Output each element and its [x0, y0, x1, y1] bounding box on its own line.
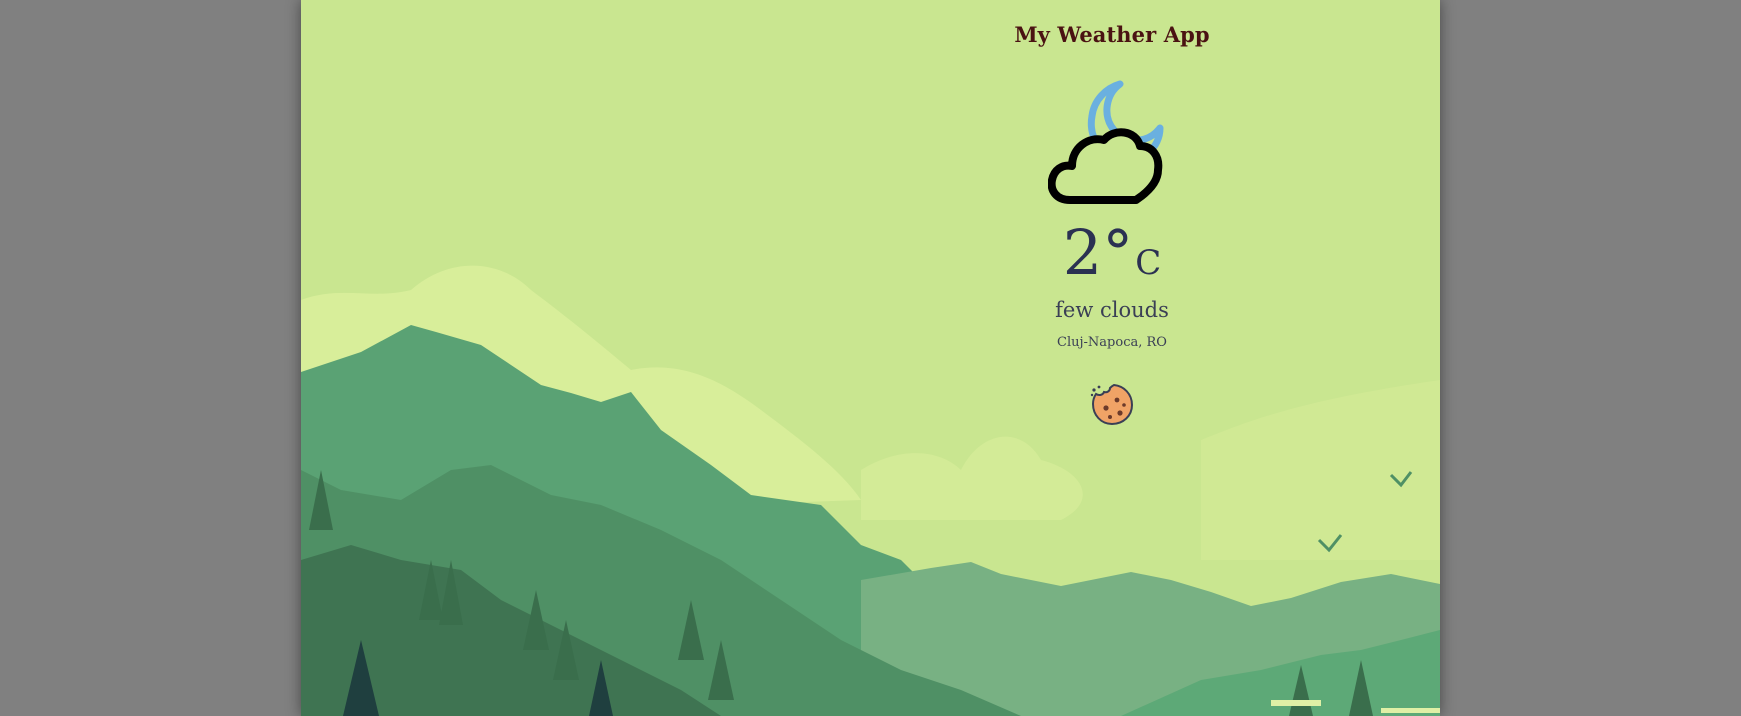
weather-condition: few clouds	[1055, 298, 1169, 322]
cookie-icon[interactable]	[1088, 380, 1136, 428]
temperature-value: 2°	[1062, 216, 1134, 289]
location-label: Cluj-Napoca, RO	[1057, 335, 1167, 350]
cloud-moon-icon	[1047, 78, 1186, 208]
temperature-unit: C	[1135, 243, 1162, 283]
app-title: My Weather App	[1014, 22, 1210, 47]
page-background: My Weather App 2°C few clouds Cluj-Napoc…	[0, 0, 1741, 716]
temperature-display: 2°C	[900, 222, 1324, 284]
weather-widget: My Weather App 2°C few clouds Cluj-Napoc…	[900, 0, 1324, 440]
